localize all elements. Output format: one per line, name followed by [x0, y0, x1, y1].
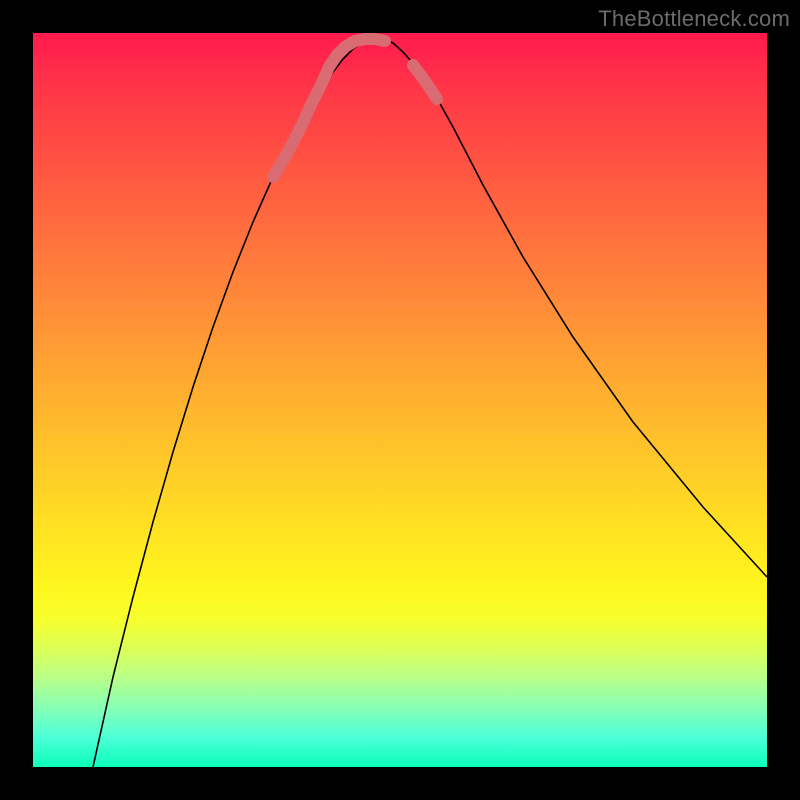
series-highlight-right — [413, 65, 437, 99]
series-highlight-bottom — [345, 39, 385, 47]
curve-svg — [33, 33, 767, 767]
watermark-text: TheBottleneck.com — [598, 6, 790, 32]
plot-area — [33, 33, 767, 767]
series-curve — [93, 39, 767, 767]
chart-frame: TheBottleneck.com — [0, 0, 800, 800]
series-highlight-left — [273, 47, 345, 177]
